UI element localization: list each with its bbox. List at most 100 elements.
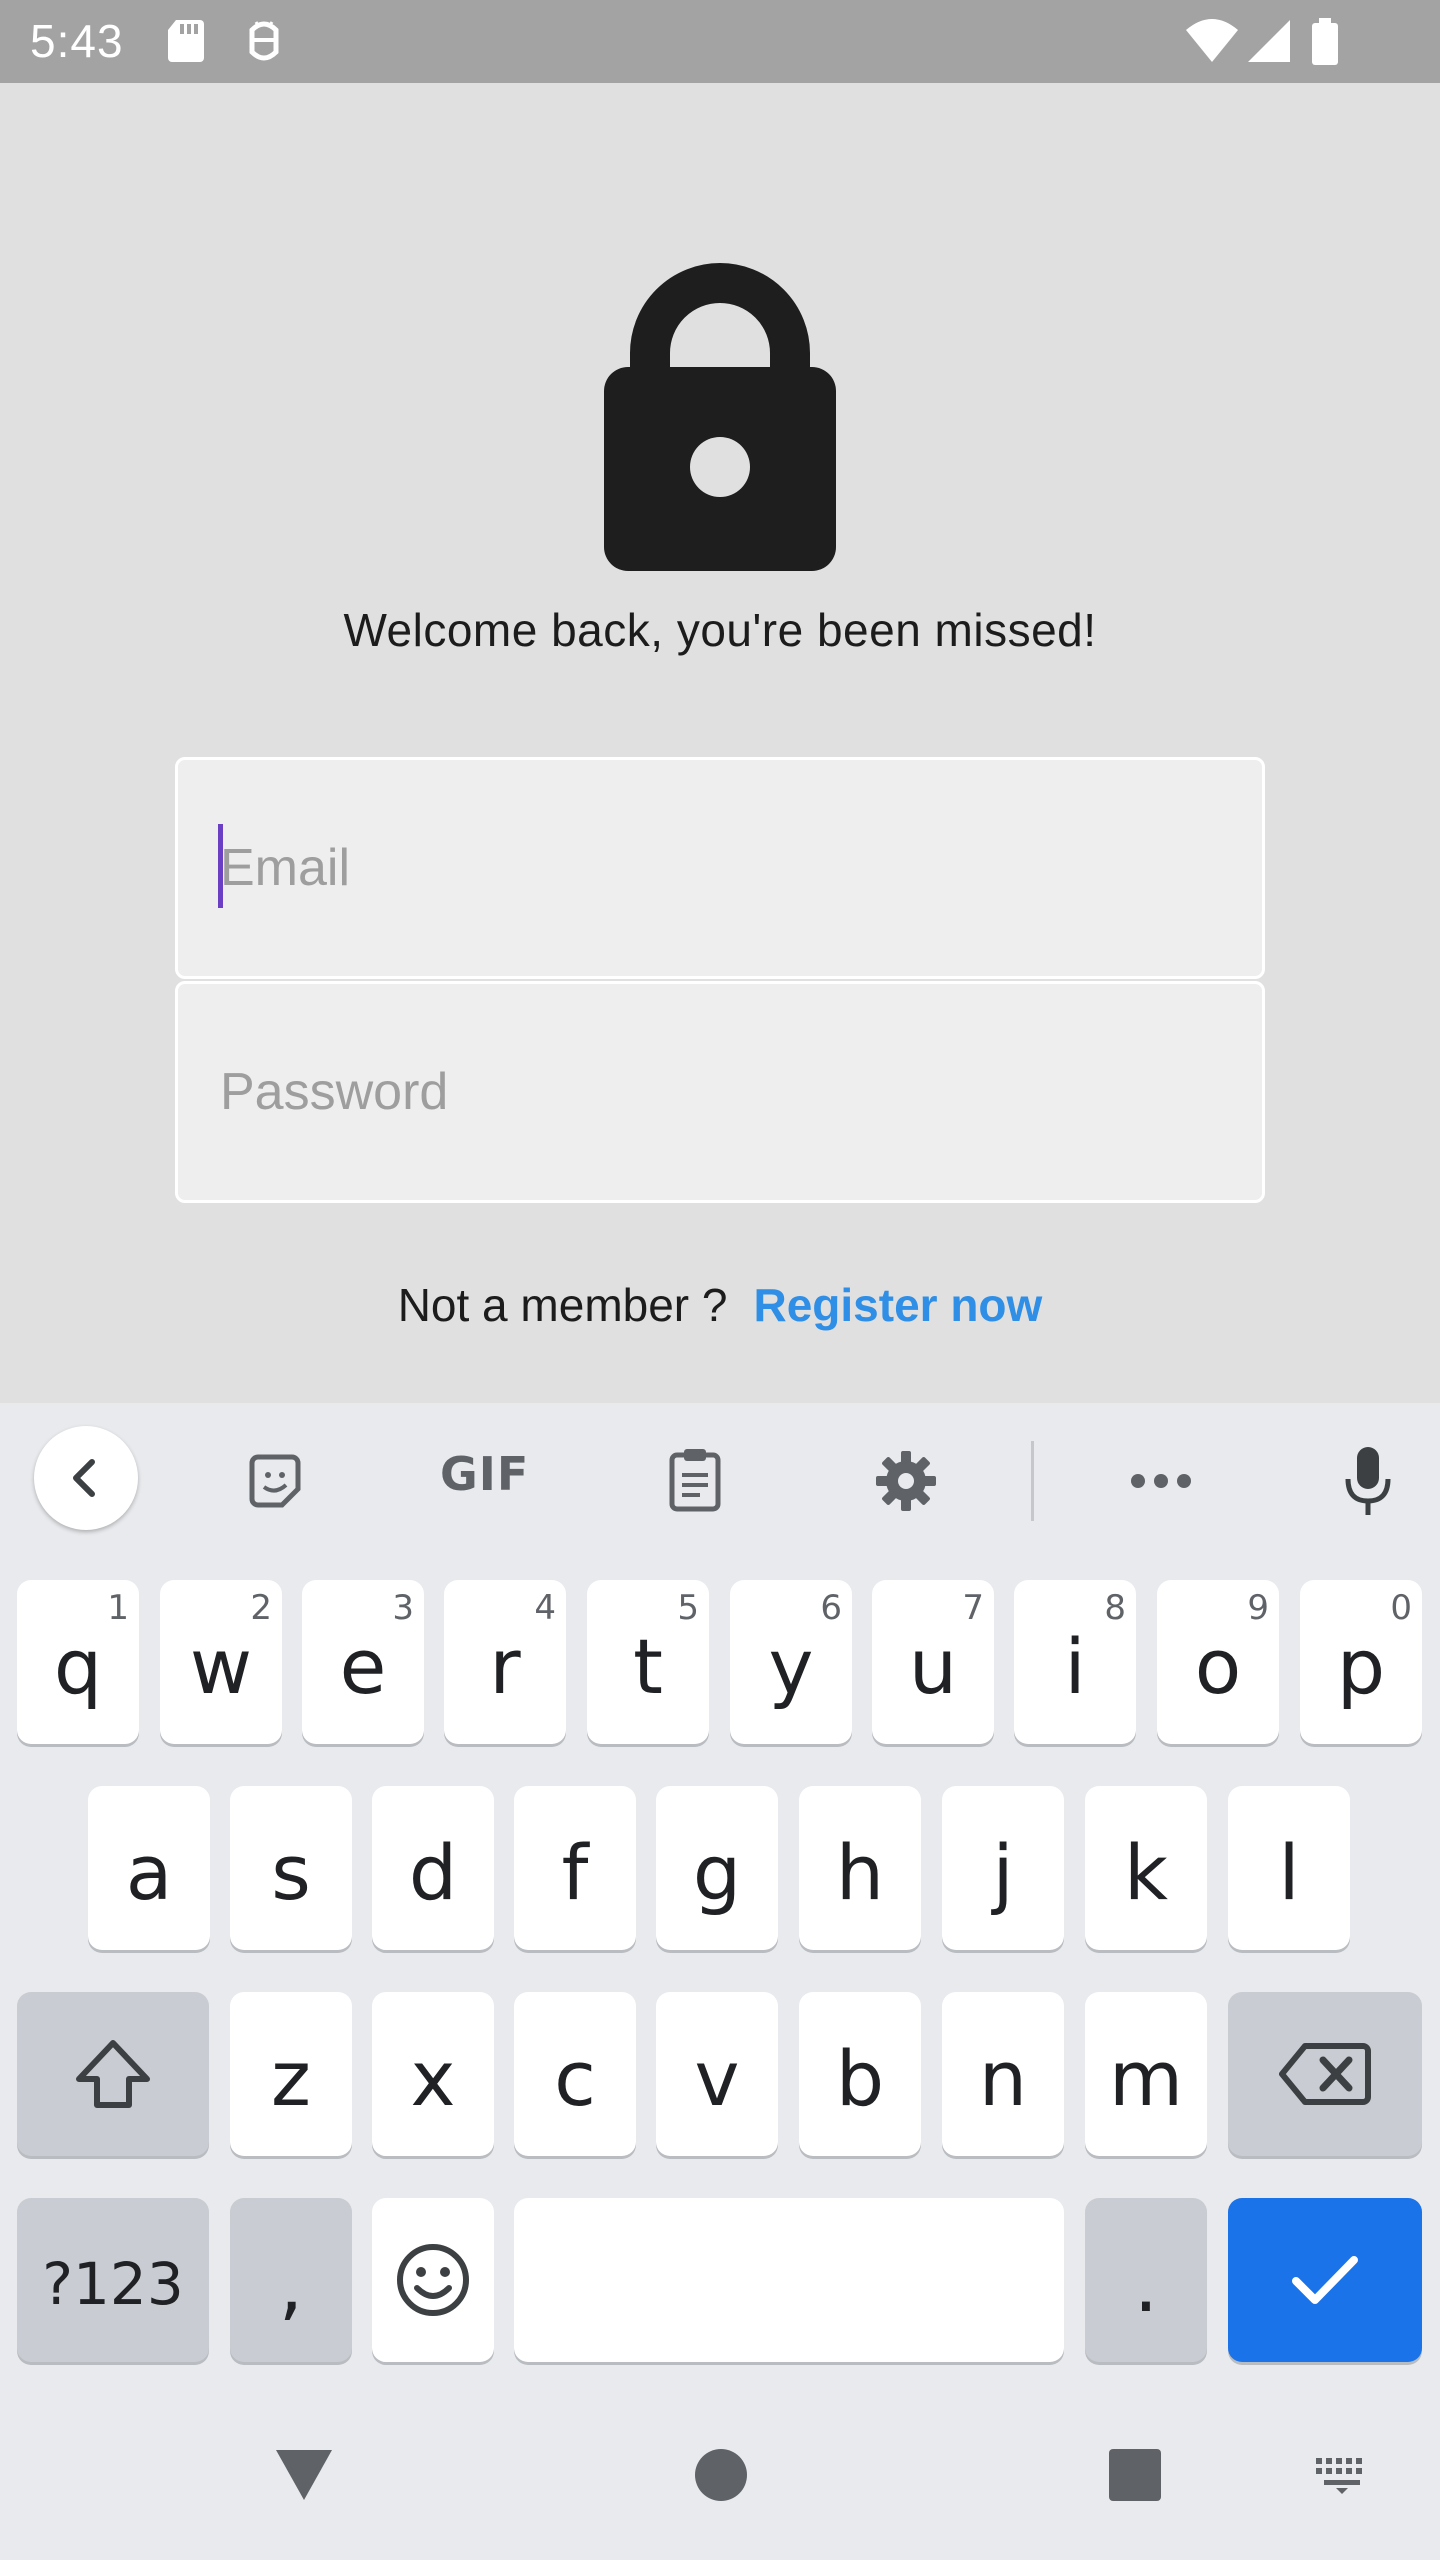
chevron-left-icon	[73, 1459, 95, 1497]
key-label: f	[561, 1828, 589, 1917]
key-l[interactable]: l	[1228, 1786, 1350, 1950]
keyboard-switch-icon[interactable]	[1314, 2456, 1370, 2496]
symbols-key[interactable]: ?123	[17, 2198, 209, 2362]
key-g[interactable]: g	[656, 1786, 778, 1950]
period-key[interactable]: .	[1085, 2198, 1207, 2362]
key-u[interactable]: 7u	[872, 1580, 994, 1744]
settings-gear-icon[interactable]	[874, 1449, 938, 1513]
key-label: m	[1108, 2034, 1184, 2123]
key-c[interactable]: c	[514, 1992, 636, 2156]
key-label: w	[189, 1622, 253, 1711]
key-i[interactable]: 8i	[1014, 1580, 1136, 1744]
key-label: x	[410, 2034, 456, 2123]
key-x[interactable]: x	[372, 1992, 494, 2156]
key-h[interactable]: h	[799, 1786, 921, 1950]
not-member-text: Not a member ?	[397, 1279, 728, 1331]
recents-square-icon[interactable]	[1108, 2448, 1162, 2502]
key-label: b	[835, 2034, 885, 2123]
welcome-message: Welcome back, you're been missed!	[343, 604, 1097, 656]
shift-arrow-icon	[76, 2040, 150, 2108]
key-label: ,	[278, 2240, 304, 2329]
key-o[interactable]: 9o	[1157, 1580, 1279, 1744]
key-label: h	[835, 1828, 885, 1917]
key-r[interactable]: 4r	[444, 1580, 566, 1744]
status-bar: 5:43	[0, 0, 1440, 83]
more-options-icon[interactable]	[1130, 1471, 1192, 1491]
key-label: o	[1194, 1622, 1242, 1711]
key-label: d	[408, 1828, 458, 1917]
back-triangle-icon[interactable]	[274, 2448, 334, 2502]
key-y[interactable]: 6y	[730, 1580, 852, 1744]
register-prompt: Not a member ? Register now	[0, 1278, 1440, 1332]
toolbar-divider	[1031, 1441, 1034, 1521]
key-label: g	[692, 1828, 742, 1917]
battery-icon	[1312, 18, 1338, 65]
enter-done-key[interactable]	[1228, 2198, 1422, 2362]
space-bar[interactable]	[514, 2198, 1064, 2362]
register-now-link[interactable]: Register now	[753, 1279, 1042, 1331]
system-navigation-bar	[0, 2430, 1440, 2560]
android-debug-icon	[249, 21, 279, 61]
backspace-icon	[1279, 2043, 1371, 2105]
wifi-icon	[1186, 19, 1238, 62]
key-e[interactable]: 3e	[302, 1580, 424, 1744]
keyboard-toolbar: GIF	[0, 1403, 1440, 1553]
login-screen: Welcome back, you're been missed! Email …	[0, 83, 1440, 1403]
home-circle-icon[interactable]	[694, 2448, 748, 2502]
emoji-key[interactable]	[372, 2198, 494, 2362]
key-label: r	[489, 1622, 521, 1711]
sticker-icon[interactable]	[244, 1451, 306, 1513]
key-j[interactable]: j	[942, 1786, 1064, 1950]
key-v[interactable]: v	[656, 1992, 778, 2156]
key-label: i	[1064, 1622, 1086, 1711]
comma-key[interactable]: ,	[230, 2198, 352, 2362]
email-field[interactable]: Email	[175, 757, 1265, 979]
checkmark-icon	[1292, 2256, 1358, 2304]
key-w[interactable]: 2w	[160, 1580, 282, 1744]
key-label: ?123	[42, 2250, 184, 2318]
signal-icon	[1248, 20, 1290, 62]
on-screen-keyboard: GIF 1q 2w 3e 4 r 5 t 6 y 7 u 8 i 9 o 0 p…	[0, 1403, 1440, 2560]
key-label: y	[768, 1622, 814, 1711]
key-q[interactable]: 1q	[17, 1580, 139, 1744]
key-m[interactable]: m	[1085, 1992, 1207, 2156]
key-label: a	[125, 1828, 173, 1917]
key-d[interactable]: d	[372, 1786, 494, 1950]
key-p[interactable]: 0p	[1300, 1580, 1422, 1744]
password-placeholder: Password	[220, 1063, 449, 1121]
key-label: z	[271, 2034, 311, 2123]
key-label: e	[339, 1622, 387, 1711]
key-t[interactable]: 5t	[587, 1580, 709, 1744]
shift-key[interactable]	[17, 1992, 209, 2156]
key-s[interactable]: s	[230, 1786, 352, 1950]
key-label: c	[554, 2034, 596, 2123]
microphone-icon[interactable]	[1342, 1445, 1394, 1517]
key-n[interactable]: n	[942, 1992, 1064, 2156]
key-label: .	[1133, 2240, 1159, 2329]
key-label: p	[1336, 1622, 1386, 1711]
key-a[interactable]: a	[88, 1786, 210, 1950]
key-label: t	[633, 1622, 663, 1711]
clipboard-icon[interactable]	[666, 1447, 724, 1513]
key-label: n	[978, 2034, 1028, 2123]
collapse-toolbar-button[interactable]	[34, 1426, 138, 1530]
sd-card-icon	[168, 20, 204, 62]
key-label: v	[694, 2034, 740, 2123]
password-field[interactable]: Password	[175, 981, 1265, 1203]
key-label: q	[53, 1622, 103, 1711]
status-time: 5:43	[30, 15, 124, 67]
backspace-key[interactable]	[1228, 1992, 1422, 2156]
key-b[interactable]: b	[799, 1992, 921, 2156]
key-label: j	[992, 1828, 1014, 1917]
lock-icon	[604, 263, 836, 571]
key-z[interactable]: z	[230, 1992, 352, 2156]
emoji-smiley-icon	[397, 2244, 469, 2316]
email-placeholder: Email	[220, 839, 351, 897]
key-label: s	[271, 1828, 311, 1917]
key-k[interactable]: k	[1085, 1786, 1207, 1950]
key-label: l	[1278, 1828, 1300, 1917]
key-f[interactable]: f	[514, 1786, 636, 1950]
key-label: k	[1123, 1828, 1168, 1917]
gif-button[interactable]: GIF	[440, 1447, 529, 1501]
key-label: u	[908, 1622, 958, 1711]
